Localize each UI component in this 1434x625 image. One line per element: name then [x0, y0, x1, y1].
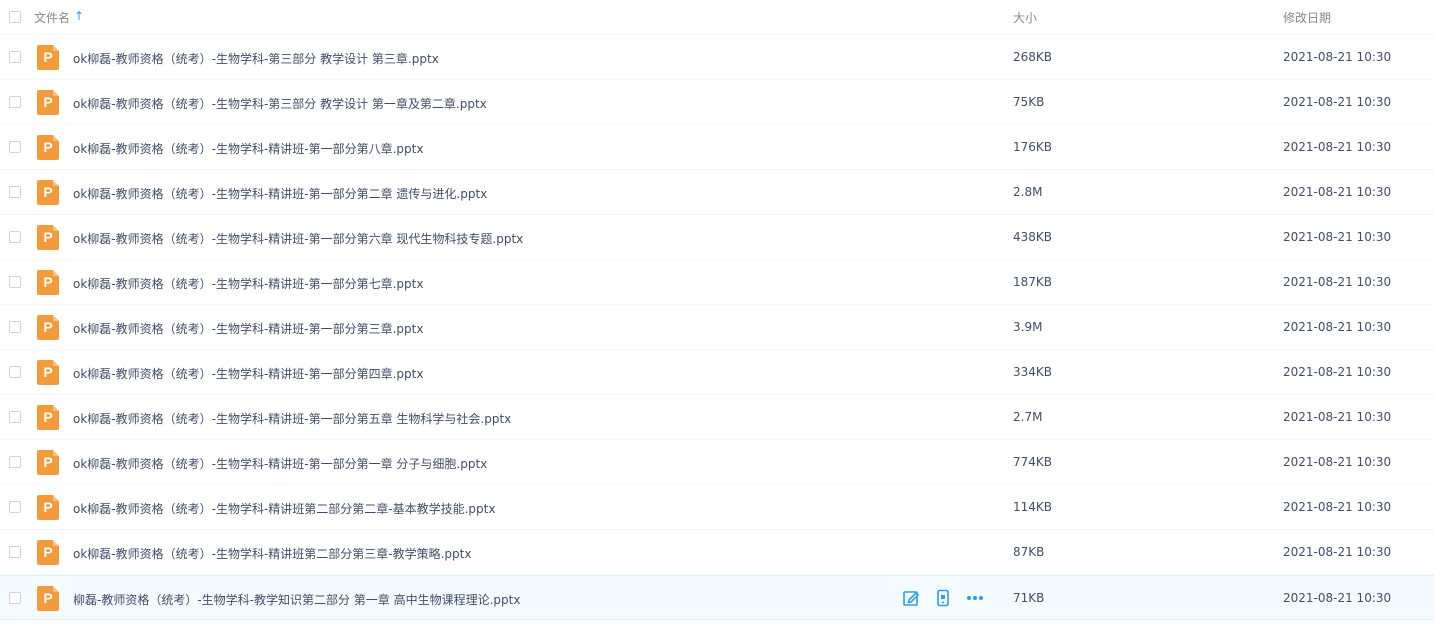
- column-header-size[interactable]: 大小: [1013, 9, 1037, 26]
- file-row[interactable]: Pok柳磊-教师资格（统考）-生物学科-精讲班-第一部分第二章 遗传与进化.pp…: [0, 170, 1434, 215]
- file-modified-date: 2021-08-21 10:30: [1283, 275, 1392, 289]
- file-modified-date: 2021-08-21 10:30: [1283, 50, 1392, 64]
- file-size: 438KB: [1013, 230, 1053, 244]
- file-modified-date: 2021-08-21 10:30: [1283, 185, 1392, 199]
- file-row[interactable]: Pok柳磊-教师资格（统考）-生物学科-第三部分 教学设计 第一章及第二章.pp…: [0, 80, 1434, 125]
- file-size: 176KB: [1013, 140, 1053, 154]
- file-row[interactable]: Pok柳磊-教师资格（统考）-生物学科-第三部分 教学设计 第三章.pptx 26…: [0, 35, 1434, 80]
- sort-ascending-icon[interactable]: ↑: [74, 9, 84, 23]
- file-modified-date: 2021-08-21 10:30: [1283, 500, 1392, 514]
- pptx-file-icon: P: [37, 495, 59, 520]
- pptx-file-icon: P: [37, 45, 59, 70]
- file-modified-date: 2021-08-21 10:30: [1283, 410, 1392, 424]
- file-size: 71KB: [1013, 591, 1045, 605]
- file-modified-date: 2021-08-21 10:30: [1283, 230, 1392, 244]
- file-row[interactable]: Pok柳磊-教师资格（统考）-生物学科-精讲班第二部分第二章-基本教学技能.pp…: [0, 485, 1434, 530]
- file-modified-date: 2021-08-21 10:30: [1283, 95, 1392, 109]
- file-row[interactable]: Pok柳磊-教师资格（统考）-生物学科-精讲班-第一部分第八章.pptx 176K…: [0, 125, 1434, 170]
- row-checkbox[interactable]: [9, 456, 21, 468]
- file-name-link[interactable]: ok柳磊-教师资格（统考）-生物学科-精讲班-第一部分第一章 分子与细胞.ppt…: [73, 455, 487, 472]
- file-size: 187KB: [1013, 275, 1053, 289]
- phone-icon[interactable]: [934, 589, 952, 607]
- pptx-file-icon: P: [37, 450, 59, 475]
- pptx-file-icon: P: [37, 405, 59, 430]
- row-checkbox[interactable]: [9, 501, 21, 513]
- row-checkbox[interactable]: [9, 51, 21, 63]
- pptx-file-icon: P: [37, 586, 59, 611]
- row-checkbox[interactable]: [9, 186, 21, 198]
- row-checkbox[interactable]: [9, 366, 21, 378]
- pptx-file-icon: P: [37, 225, 59, 250]
- file-row[interactable]: Pok柳磊-教师资格（统考）-生物学科-精讲班第二部分第三章-教学策略.pptx…: [0, 530, 1434, 575]
- row-checkbox[interactable]: [9, 411, 21, 423]
- file-name-link[interactable]: ok柳磊-教师资格（统考）-生物学科-精讲班第二部分第三章-教学策略.pptx: [73, 545, 471, 562]
- select-all-checkbox[interactable]: [9, 11, 21, 23]
- file-name-link[interactable]: ok柳磊-教师资格（统考）-生物学科-精讲班第二部分第二章-基本教学技能.ppt…: [73, 500, 495, 517]
- file-modified-date: 2021-08-21 10:30: [1283, 591, 1392, 605]
- file-row[interactable]: Pok柳磊-教师资格（统考）-生物学科-精讲班-第一部分第七章.pptx 187K…: [0, 260, 1434, 305]
- file-size: 334KB: [1013, 365, 1053, 379]
- row-checkbox[interactable]: [9, 96, 21, 108]
- file-size: 2.8M: [1013, 185, 1043, 199]
- file-name-link[interactable]: ok柳磊-教师资格（统考）-生物学科-精讲班-第一部分第六章 现代生物科技专题.…: [73, 230, 523, 247]
- file-modified-date: 2021-08-21 10:30: [1283, 140, 1392, 154]
- pptx-file-icon: P: [37, 540, 59, 565]
- row-checkbox[interactable]: [9, 546, 21, 558]
- file-size: 75KB: [1013, 95, 1045, 109]
- file-name-link[interactable]: ok柳磊-教师资格（统考）-生物学科-第三部分 教学设计 第三章.pptx: [73, 50, 439, 67]
- file-row[interactable]: Pok柳磊-教师资格（统考）-生物学科-精讲班-第一部分第五章 生物科学与社会.…: [0, 395, 1434, 440]
- pptx-file-icon: P: [37, 360, 59, 385]
- pptx-file-icon: P: [37, 180, 59, 205]
- file-row[interactable]: Pok柳磊-教师资格（统考）-生物学科-精讲班-第一部分第一章 分子与细胞.pp…: [0, 440, 1434, 485]
- file-size: 87KB: [1013, 545, 1045, 559]
- file-modified-date: 2021-08-21 10:30: [1283, 365, 1392, 379]
- pptx-file-icon: P: [37, 270, 59, 295]
- file-name-link[interactable]: ok柳磊-教师资格（统考）-生物学科-精讲班-第一部分第四章.pptx: [73, 365, 423, 382]
- pptx-file-icon: P: [37, 135, 59, 160]
- file-size: 774KB: [1013, 455, 1053, 469]
- file-modified-date: 2021-08-21 10:30: [1283, 320, 1392, 334]
- file-name-link[interactable]: ok柳磊-教师资格（统考）-生物学科-精讲班-第一部分第二章 遗传与进化.ppt…: [73, 185, 487, 202]
- file-list-header: 文件名 ↑ 大小 修改日期: [0, 0, 1434, 35]
- row-checkbox[interactable]: [9, 276, 21, 288]
- file-name-link[interactable]: ok柳磊-教师资格（统考）-生物学科-精讲班-第一部分第七章.pptx: [73, 275, 423, 292]
- file-modified-date: 2021-08-21 10:30: [1283, 545, 1392, 559]
- file-row[interactable]: P 柳磊-教师资格（统考）-生物学科-教学知识第二部分 第一章 高中生物课程理论.…: [0, 575, 1434, 620]
- edit-icon[interactable]: [902, 589, 920, 607]
- file-name-link[interactable]: ok柳磊-教师资格（统考）-生物学科-第三部分 教学设计 第一章及第二章.ppt…: [73, 95, 487, 112]
- column-header-name[interactable]: 文件名: [34, 9, 70, 26]
- file-name-link[interactable]: ok柳磊-教师资格（统考）-生物学科-精讲班-第一部分第八章.pptx: [73, 140, 423, 157]
- file-size: 3.9M: [1013, 320, 1043, 334]
- row-checkbox[interactable]: [9, 141, 21, 153]
- file-size: 2.7M: [1013, 410, 1043, 424]
- file-list: Pok柳磊-教师资格（统考）-生物学科-第三部分 教学设计 第三章.pptx 26…: [0, 35, 1434, 620]
- file-row[interactable]: Pok柳磊-教师资格（统考）-生物学科-精讲班-第一部分第三章.pptx 3.9M…: [0, 305, 1434, 350]
- more-icon[interactable]: [966, 589, 984, 607]
- pptx-file-icon: P: [37, 315, 59, 340]
- row-checkbox[interactable]: [9, 231, 21, 243]
- file-row[interactable]: Pok柳磊-教师资格（统考）-生物学科-精讲班-第一部分第四章.pptx 334K…: [0, 350, 1434, 395]
- file-size: 114KB: [1013, 500, 1053, 514]
- file-name-link[interactable]: ok柳磊-教师资格（统考）-生物学科-精讲班-第一部分第三章.pptx: [73, 320, 423, 337]
- pptx-file-icon: P: [37, 90, 59, 115]
- file-size: 268KB: [1013, 50, 1053, 64]
- row-checkbox[interactable]: [9, 321, 21, 333]
- row-checkbox[interactable]: [9, 592, 21, 604]
- column-header-date[interactable]: 修改日期: [1283, 9, 1331, 26]
- file-row[interactable]: Pok柳磊-教师资格（统考）-生物学科-精讲班-第一部分第六章 现代生物科技专题…: [0, 215, 1434, 260]
- file-modified-date: 2021-08-21 10:30: [1283, 455, 1392, 469]
- file-name-link[interactable]: 柳磊-教师资格（统考）-生物学科-教学知识第二部分 第一章 高中生物课程理论.p…: [73, 591, 520, 608]
- file-name-link[interactable]: ok柳磊-教师资格（统考）-生物学科-精讲班-第一部分第五章 生物科学与社会.p…: [73, 410, 511, 427]
